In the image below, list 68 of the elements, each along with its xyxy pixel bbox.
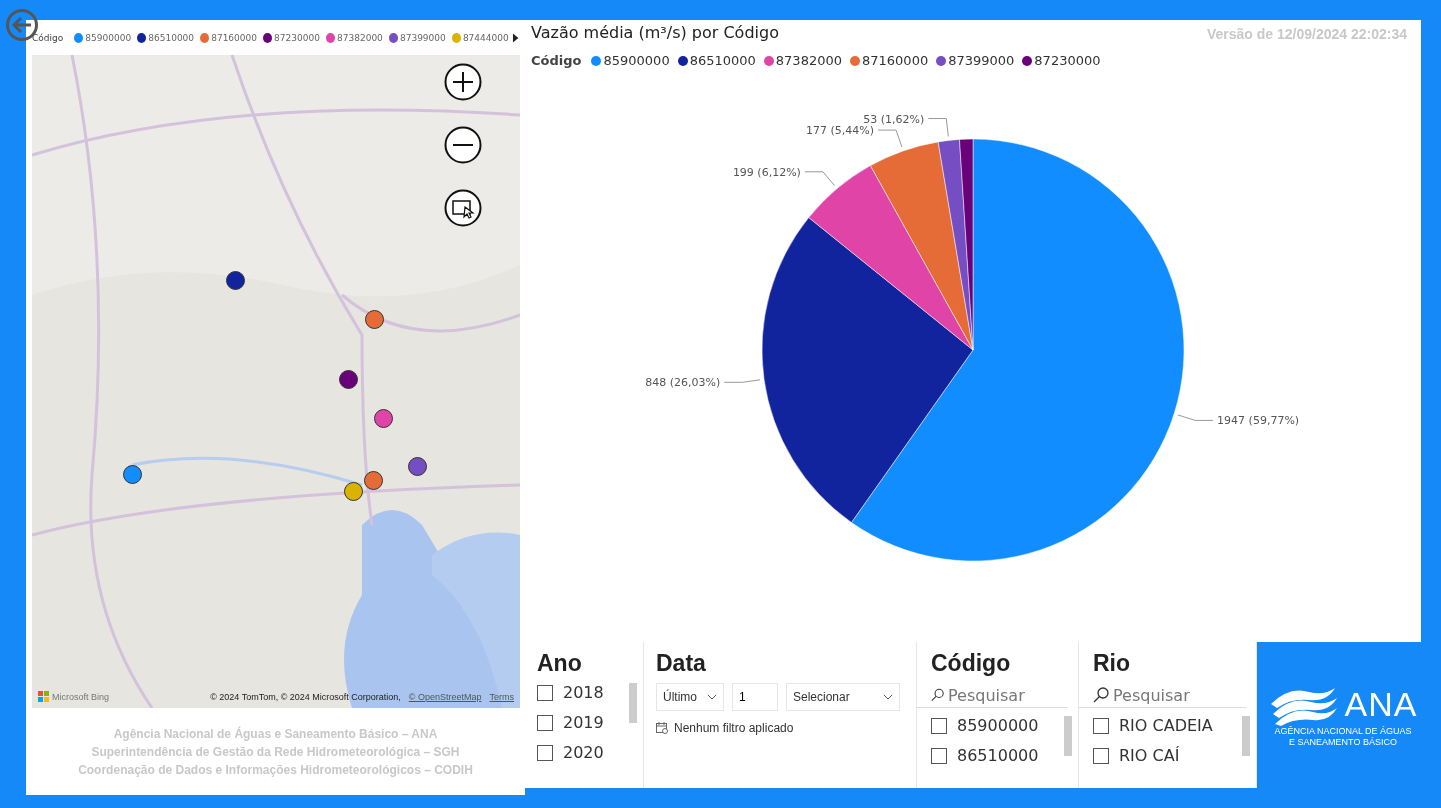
chevron-down-icon	[707, 694, 717, 701]
logo-text: ANA	[1344, 684, 1418, 724]
data-label: 177 (5,44%)	[805, 124, 874, 138]
search-icon	[1093, 687, 1109, 704]
mode-dropdown[interactable]: Último	[656, 683, 724, 712]
legend-label: 87444000	[462, 32, 509, 43]
data-label: 199 (6,12%)	[732, 165, 801, 179]
slicer-title: Data	[656, 650, 707, 678]
checkbox-item[interactable]: RIO CADEIA	[1093, 716, 1213, 736]
provider-label: Microsoft Bing	[52, 691, 110, 702]
filter-status: Nenhum filtro aplicado	[674, 721, 794, 736]
data-label: 53 (1,62%)	[863, 112, 925, 126]
legend-label: 87230000	[1034, 53, 1101, 68]
checkbox-item[interactable]: 85900000	[931, 716, 1039, 736]
checkbox-item[interactable]: 2018	[537, 683, 604, 703]
chevron-down-icon	[883, 694, 893, 701]
data-label: 1947 (59,77%)	[1217, 414, 1300, 428]
count-field[interactable]: 1	[732, 683, 778, 712]
chart-title: Vazão média (m³/s) por Código	[531, 23, 779, 42]
legend-label: 87160000	[211, 32, 257, 43]
checkbox[interactable]	[537, 714, 553, 731]
leader-line	[927, 118, 949, 137]
scroll-right-icon[interactable]	[511, 31, 519, 44]
scrollbar-thumb[interactable]	[1242, 716, 1250, 757]
legend-label: 85900000	[85, 32, 132, 43]
checkbox-item[interactable]: 2020	[537, 743, 604, 763]
legend-label: 87399000	[399, 32, 446, 43]
legend-label: 86510000	[689, 53, 756, 68]
slicer-title: Rio	[1093, 650, 1132, 678]
leader-line	[877, 129, 903, 148]
legend-title: Código	[531, 53, 582, 68]
terms-link[interactable]: Terms	[489, 691, 514, 702]
checkbox-item[interactable]: 2019	[537, 713, 604, 733]
search-icon	[931, 687, 944, 704]
checkbox-item[interactable]: RIO CAÍ	[1093, 746, 1213, 766]
leader-line	[1177, 414, 1214, 421]
checkbox[interactable]	[1093, 747, 1109, 764]
legend-label: 87230000	[274, 32, 320, 43]
legend-title: Código	[32, 32, 64, 43]
logo-subtitle: E SANEAMENTO BÁSICO	[1289, 737, 1397, 749]
scrollbar-thumb[interactable]	[1064, 716, 1072, 757]
checkbox[interactable]	[1093, 717, 1109, 734]
zoom-in-icon[interactable]	[444, 63, 482, 101]
legend-label: 87382000	[775, 53, 842, 68]
legend-label: 86510000	[148, 32, 195, 43]
legend-label: 87399000	[948, 53, 1015, 68]
leader-line	[723, 379, 761, 383]
legend-label: 85900000	[603, 53, 670, 68]
calendar-icon	[656, 722, 668, 735]
legend-label: 87160000	[862, 53, 929, 68]
windows-logo-icon	[38, 691, 49, 702]
slicer-title: Ano	[537, 650, 583, 678]
slicer-title: Código	[931, 650, 1012, 678]
data-label: 848 (26,03%)	[645, 376, 721, 390]
openstreetmap-link[interactable]: © OpenStreetMap	[408, 691, 482, 702]
checkbox-item[interactable]: 86510000	[931, 746, 1039, 766]
checkbox[interactable]	[931, 747, 947, 764]
map-attribution: © 2024 TomTom, © 2024 Microsoft Corporation,	[210, 691, 401, 702]
leader-line	[804, 171, 835, 187]
checkbox[interactable]	[537, 744, 553, 761]
logo-subtitle: AGÊNCIA NACIONAL DE ÁGUAS	[1274, 726, 1412, 737]
unit-dropdown[interactable]: Selecionar	[786, 683, 900, 712]
checkbox[interactable]	[931, 717, 947, 734]
legend-label: 87382000	[337, 32, 383, 43]
checkbox[interactable]	[537, 684, 553, 701]
scrollbar-thumb[interactable]	[629, 683, 637, 724]
zoom-out-icon[interactable]	[444, 126, 482, 164]
select-area-icon[interactable]	[444, 189, 482, 227]
